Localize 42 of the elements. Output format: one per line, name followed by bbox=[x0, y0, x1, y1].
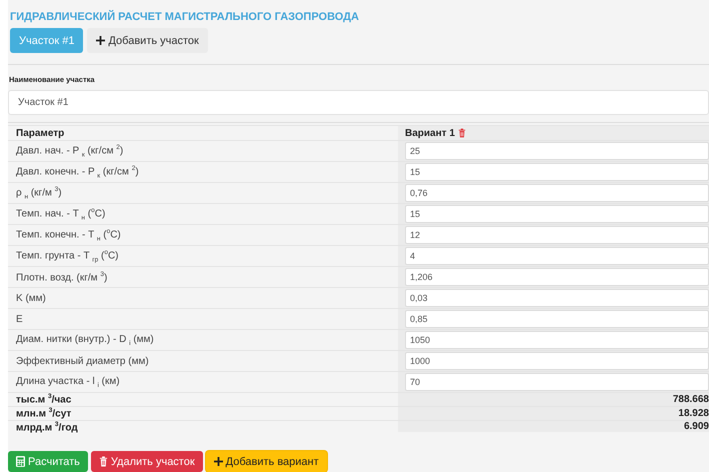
parameter-label: Длина участка - l $_{i}$ (км) bbox=[16, 376, 120, 388]
parameter-label: K (мм) bbox=[16, 292, 46, 304]
calculator-icon bbox=[16, 456, 25, 467]
parameter-label: Давл. конечн. - P $_{к}$ (кг/см $^{2}$) bbox=[16, 164, 139, 180]
plus-icon bbox=[96, 36, 106, 45]
trash-icon bbox=[98, 456, 108, 467]
result-value: 788.668 bbox=[672, 394, 709, 405]
value-field[interactable]: 1000 bbox=[405, 352, 709, 370]
trash-icon[interactable] bbox=[458, 128, 466, 138]
add-button[interactable]: Добавить вариант bbox=[206, 451, 327, 472]
value-field[interactable]: 0,76 bbox=[405, 184, 709, 202]
parameter-label: ρ $_{н}$ (кг/м $^{3}$) bbox=[16, 186, 62, 200]
value-field[interactable]: 15 bbox=[405, 163, 709, 181]
delete-button[interactable]: Удалить участок bbox=[90, 451, 203, 472]
parameter-label: Темп. конечн. - T $_{н}$ ($^{o}$C) bbox=[16, 228, 121, 242]
parameter-label: Темп. грунта - T $_{гр}$ ($^{o}$C) bbox=[16, 248, 118, 264]
value-field[interactable]: 1050 bbox=[405, 331, 709, 349]
parameter-label: Эффективный диаметр (мм) bbox=[16, 356, 149, 366]
value-field[interactable]: 0,85 bbox=[405, 310, 709, 328]
result-value: 18.928 bbox=[678, 408, 709, 419]
page-title: ГИДРАВЛИЧЕСКИЙ РАСЧЕТ МАГИСТРАЛЬНОГО ГАЗОПРОВОДА bbox=[10, 11, 360, 24]
result-label: млрд.м $^{3}$/год bbox=[16, 421, 78, 434]
value-field[interactable]: 1,206 bbox=[405, 268, 709, 286]
value-field[interactable]: 12 bbox=[405, 226, 709, 244]
parameter-label: Темп. нач. - T $_{н}$ ($^{o}$C) bbox=[16, 206, 106, 222]
value-field[interactable]: 4 bbox=[405, 247, 709, 265]
result-label: млн.м $^{3}$/сут bbox=[16, 407, 72, 420]
add-section-button[interactable]: Добавить участок bbox=[87, 28, 208, 53]
value-field[interactable]: 0,03 bbox=[405, 289, 709, 307]
plus-icon bbox=[214, 457, 223, 466]
parameter-label: Диам. нитки (внутр.) - D $_{i}$ (мм) bbox=[16, 334, 154, 346]
column-header: Параметр bbox=[16, 128, 64, 138]
result-value: 6.909 bbox=[684, 421, 709, 432]
parameter-label: E bbox=[16, 314, 23, 324]
value-field[interactable]: 15 bbox=[405, 205, 709, 223]
section-name-field[interactable]: Участок #1 bbox=[8, 90, 709, 115]
value-field[interactable]: 25 bbox=[405, 142, 709, 160]
column-header: Вариант 1 bbox=[405, 128, 455, 138]
value-field[interactable]: 70 bbox=[405, 373, 709, 391]
parameter-label: Плотн. возд. (кг/м $^{3}$) bbox=[16, 270, 108, 284]
parameter-label: Давл. нач. - P $_{к}$ (кг/см $^{2}$) bbox=[16, 144, 124, 158]
result-label: тыс.м $^{3}$/час bbox=[16, 393, 72, 406]
